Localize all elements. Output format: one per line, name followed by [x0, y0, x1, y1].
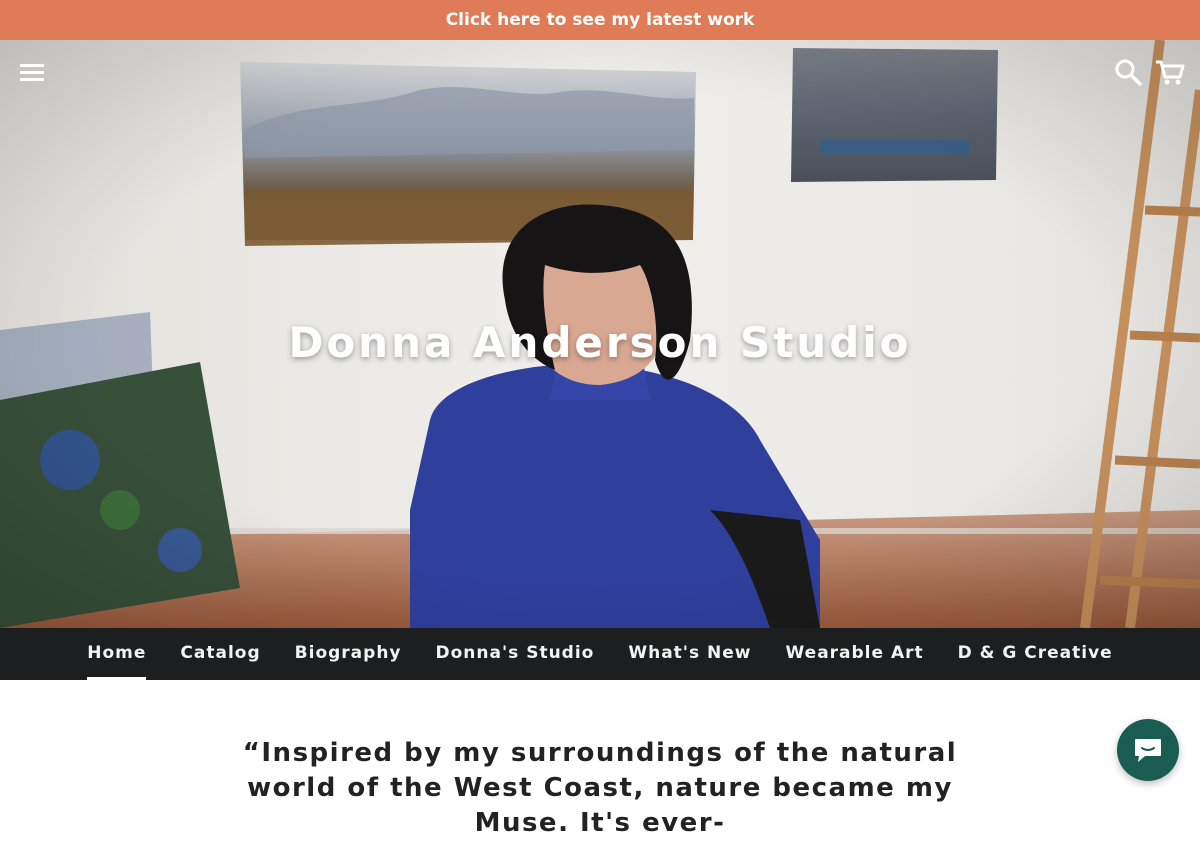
nav-item-wearable-art[interactable]: Wearable Art [786, 628, 924, 680]
hamburger-menu-icon[interactable] [14, 56, 50, 88]
announcement-bar[interactable]: Click here to see my latest work [0, 0, 1200, 40]
chat-button[interactable] [1117, 719, 1179, 781]
hero-title: Donna Anderson Studio [288, 318, 912, 367]
search-icon[interactable] [1110, 54, 1146, 90]
intro-quote: “Inspired by my surroundings of the natu… [242, 738, 958, 838]
main-navigation: Home Catalog Biography Donna's Studio Wh… [0, 628, 1200, 680]
announcement-link[interactable]: Click here to see my latest work [446, 10, 755, 30]
shopping-cart-icon[interactable] [1150, 54, 1190, 90]
nav-item-biography[interactable]: Biography [295, 628, 402, 680]
hero-banner: Donna Anderson Studio [0, 40, 1200, 628]
nav-item-dg-creative[interactable]: D & G Creative [958, 628, 1113, 680]
chat-bubble-icon [1135, 739, 1161, 762]
nav-item-donnas-studio[interactable]: Donna's Studio [436, 628, 595, 680]
nav-item-whats-new[interactable]: What's New [628, 628, 751, 680]
nav-item-catalog[interactable]: Catalog [180, 628, 260, 680]
nav-item-home[interactable]: Home [87, 628, 147, 680]
